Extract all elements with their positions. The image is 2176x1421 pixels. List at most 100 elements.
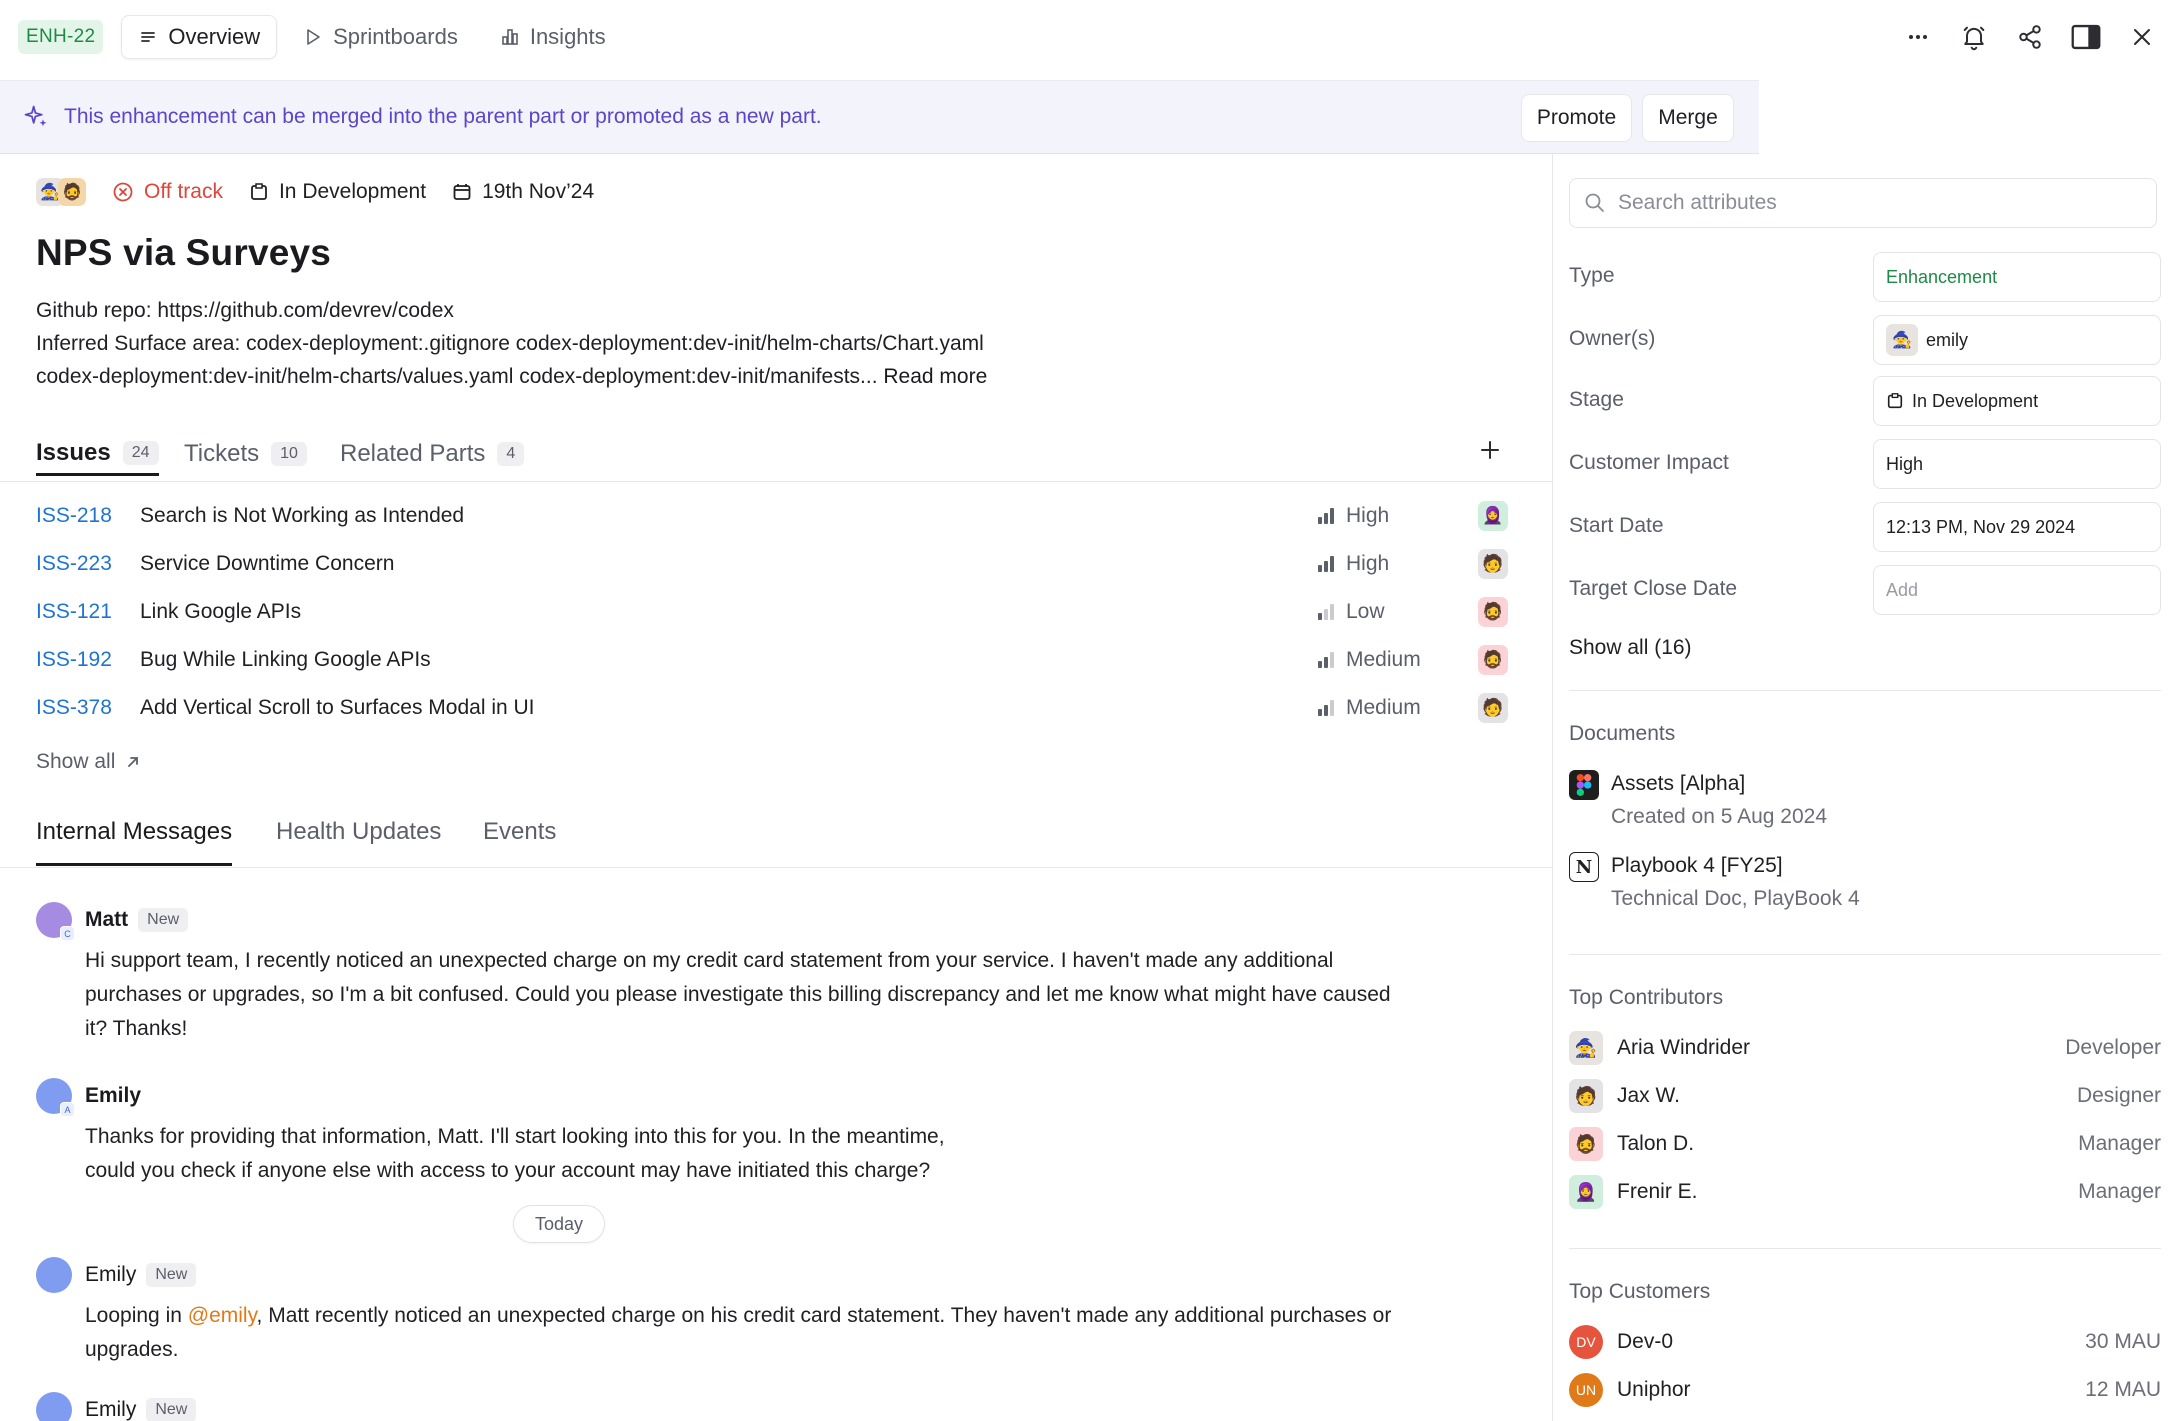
close-icon[interactable] (2126, 21, 2158, 53)
top-customers-heading: Top Customers (1569, 1280, 1711, 1303)
merge-button[interactable]: Merge (1642, 94, 1734, 142)
tab-related-parts[interactable]: Related Parts 4 (340, 432, 525, 476)
off-track-icon (113, 182, 133, 202)
panel-icon[interactable] (2070, 21, 2102, 53)
tab-issues[interactable]: Issues 24 (36, 432, 159, 476)
message-line: Looping in @emily, Matt recently noticed… (85, 1299, 1391, 1333)
priority-label: High (1346, 504, 1390, 527)
attr-type-label: Type (1569, 264, 1615, 287)
priority[interactable]: Low (1318, 600, 1385, 624)
issues-show-all-link[interactable]: Show all (36, 750, 141, 774)
attr-stage-label: Stage (1569, 388, 1624, 411)
tab-health-updates[interactable]: Health Updates (276, 818, 441, 866)
author-name[interactable]: Emily (85, 1263, 136, 1287)
document-title[interactable]: Assets [Alpha] (1611, 772, 1745, 796)
contributor-row[interactable]: 🧕 Frenir E. Manager (1569, 1174, 2161, 1210)
promote-button[interactable]: Promote (1521, 94, 1632, 142)
avatar[interactable]: C (36, 902, 75, 941)
mention-link[interactable]: @emily (188, 1304, 257, 1327)
read-more-link[interactable]: Read more (883, 365, 987, 388)
sparkle-icon (24, 105, 47, 127)
play-icon (307, 28, 320, 45)
tab-events[interactable]: Events (483, 818, 556, 866)
issue-title[interactable]: Bug While Linking Google APIs (140, 648, 431, 672)
assignee-avatar[interactable]: 🧑 (1478, 693, 1508, 723)
target-date[interactable]: 19th Nov’24 (452, 180, 594, 204)
priority[interactable]: Medium (1318, 648, 1421, 672)
show-all-label: Show all (36, 750, 116, 773)
issue-row[interactable]: ISS-218 Search is Not Working as Intende… (36, 492, 1516, 540)
stage-badge[interactable]: In Development (249, 180, 426, 204)
issue-id[interactable]: ISS-218 (36, 504, 140, 528)
contributor-role: Manager (2078, 1132, 2161, 1155)
tab-overview-label: Overview (168, 23, 261, 49)
priority[interactable]: Medium (1318, 696, 1421, 720)
bell-icon[interactable] (1958, 21, 1990, 53)
search-icon (1585, 193, 1604, 212)
attr-owners-value[interactable]: 🧙 emily (1873, 315, 2161, 365)
assignee-avatar[interactable]: 🧑 (1478, 549, 1508, 579)
issue-row[interactable]: ISS-378 Add Vertical Scroll to Surfaces … (36, 684, 1516, 732)
search-input[interactable]: Search attributes (1618, 191, 1777, 215)
avatar: 🧙 (1886, 324, 1918, 356)
add-icon[interactable] (1478, 438, 1502, 468)
issue-id[interactable]: ISS-378 (36, 696, 140, 720)
item-id-badge[interactable]: ENH-22 (18, 19, 104, 54)
attributes-show-all-link[interactable]: Show all (16) (1569, 636, 1692, 660)
priority[interactable]: High (1318, 552, 1389, 576)
attribute-search[interactable]: Search attributes (1569, 178, 2157, 228)
customer-row[interactable]: UN Uniphor 12 MAU (1569, 1372, 2161, 1408)
tab-overview[interactable]: Overview (121, 14, 278, 59)
status-badge[interactable]: Off track (112, 180, 223, 204)
priority[interactable]: High (1318, 504, 1389, 528)
description: Github repo: https://github.com/devrev/c… (36, 294, 1096, 393)
issue-title[interactable]: Link Google APIs (140, 600, 301, 624)
issue-title[interactable]: Service Downtime Concern (140, 552, 394, 576)
contributor-row[interactable]: 🧔 Talon D. Manager (1569, 1126, 2161, 1162)
tab-tickets[interactable]: Tickets 10 (184, 432, 307, 476)
more-icon[interactable] (1902, 21, 1934, 53)
contributor-row[interactable]: 🧑 Jax W. Designer (1569, 1078, 2161, 1114)
avatar: 🧑 (1569, 1079, 1603, 1113)
issue-title[interactable]: Add Vertical Scroll to Surfaces Modal in… (140, 696, 535, 720)
issue-row[interactable]: ISS-223 Service Downtime Concern High 🧑 (36, 540, 1516, 588)
document-title[interactable]: Playbook 4 [FY25] (1611, 854, 1783, 878)
tickets-count: 10 (271, 442, 307, 466)
share-icon[interactable] (2014, 21, 2046, 53)
avatar[interactable] (36, 1392, 72, 1421)
contributor-row[interactable]: 🧙 Aria Windrider Developer (1569, 1030, 2161, 1066)
tab-insights[interactable]: Insights (484, 15, 622, 59)
priority-high-icon (1318, 556, 1334, 572)
tab-issues-label: Issues (36, 438, 111, 466)
priority-medium-icon (1318, 700, 1334, 716)
author-name[interactable]: Emily (85, 1084, 141, 1108)
issue-id[interactable]: ISS-192 (36, 648, 140, 672)
assignee-avatar[interactable]: 🧔 (1478, 597, 1508, 627)
message: Emily New Looping in @emily, Matt recent… (36, 1257, 1516, 1367)
customer-row[interactable]: DV Dev-0 30 MAU (1569, 1324, 2161, 1360)
avatar[interactable]: A (36, 1078, 75, 1117)
page-title[interactable]: NPS via Surveys (36, 232, 331, 274)
attr-type-value[interactable]: Enhancement (1873, 252, 2161, 302)
priority-label: High (1346, 552, 1390, 575)
attr-customer-impact-label: Customer Impact (1569, 451, 1729, 474)
issue-title[interactable]: Search is Not Working as Intended (140, 504, 464, 528)
assignee-avatar[interactable]: 🧕 (1478, 501, 1508, 531)
issue-id[interactable]: ISS-223 (36, 552, 140, 576)
attr-customer-impact-value[interactable]: High (1873, 439, 2161, 489)
avatar[interactable] (36, 1257, 72, 1293)
author-name[interactable]: Matt (85, 908, 128, 932)
attr-start-date-value[interactable]: 12:13 PM, Nov 29 2024 (1873, 502, 2161, 552)
owner-avatars[interactable]: 🧙 🧔 (36, 178, 86, 206)
issue-row[interactable]: ISS-192 Bug While Linking Google APIs Me… (36, 636, 1516, 684)
tab-sprintboards[interactable]: Sprintboards (287, 15, 474, 59)
assignee-avatar[interactable]: 🧔 (1478, 645, 1508, 675)
tab-internal-messages[interactable]: Internal Messages (36, 818, 233, 866)
message-body: Hi support team, I recently noticed an u… (85, 944, 1391, 1046)
issue-id[interactable]: ISS-121 (36, 600, 140, 624)
channel-badge: A (60, 1102, 75, 1117)
attr-stage-value[interactable]: In Development (1873, 376, 2161, 426)
attr-target-close-date-value[interactable]: Add (1873, 565, 2161, 615)
issue-row[interactable]: ISS-121 Link Google APIs Low 🧔 (36, 588, 1516, 636)
author-name[interactable]: Emily (85, 1398, 136, 1421)
